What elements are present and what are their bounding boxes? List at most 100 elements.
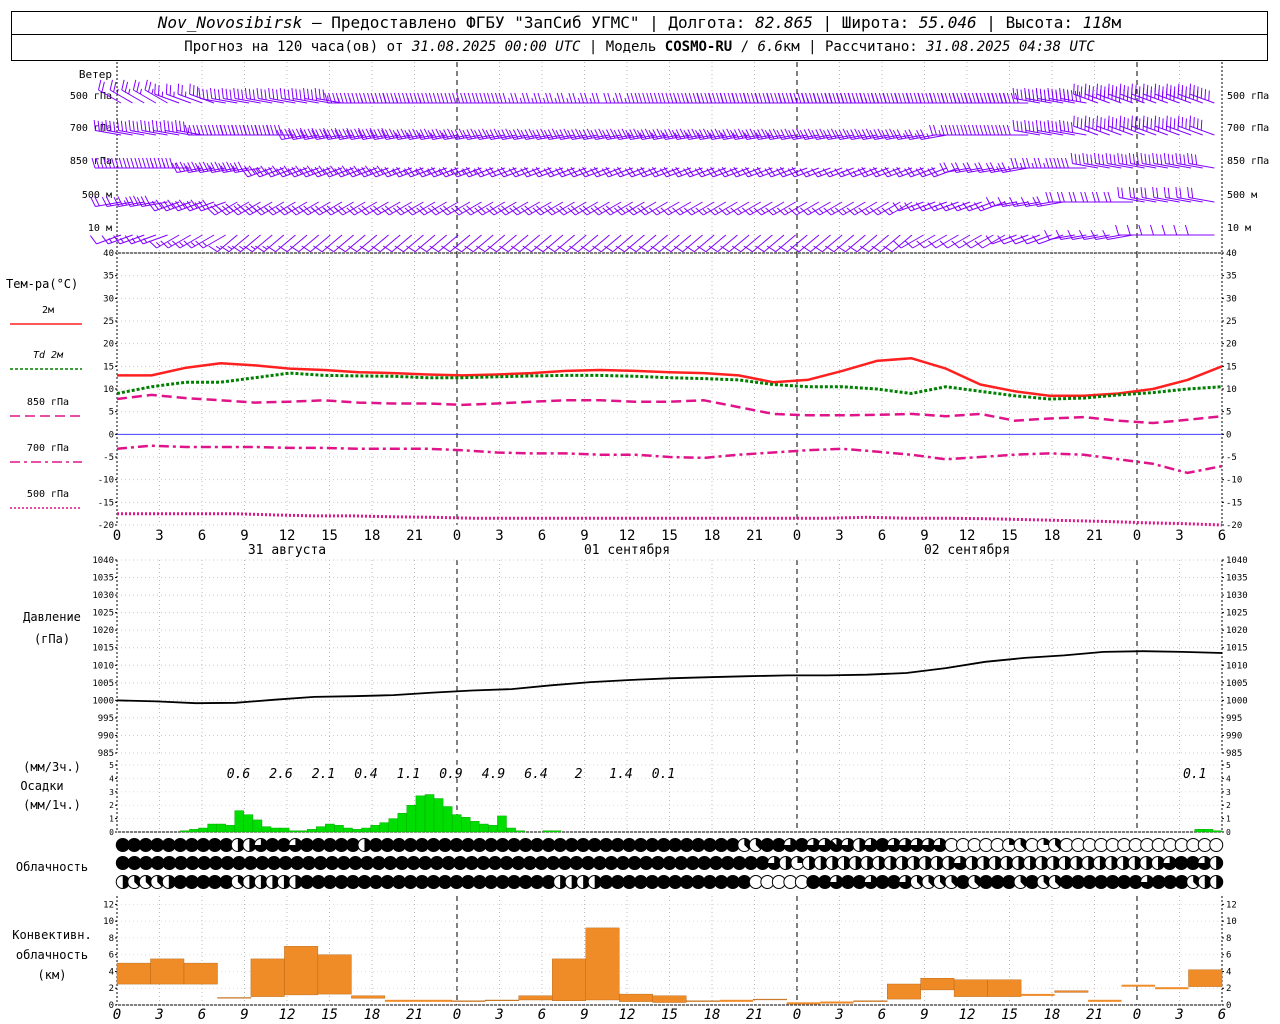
cloud-cover-symbol bbox=[883, 856, 898, 870]
cloud-cover-symbol bbox=[429, 856, 444, 870]
prec-ytick-left: 0 bbox=[109, 828, 114, 837]
conv-xtick-label: 12 bbox=[959, 1007, 976, 1023]
conv-xtick-label: 21 bbox=[406, 1007, 423, 1023]
cloud-cover-symbol bbox=[755, 856, 770, 870]
temp-xtick-label: 0 bbox=[113, 528, 121, 544]
precip-bar bbox=[470, 821, 480, 833]
cloud-cover-symbol bbox=[813, 856, 828, 870]
cloud-cover-symbol bbox=[1069, 856, 1084, 870]
cloud-cover-symbol bbox=[115, 856, 130, 870]
temp-ytick-left: -5 bbox=[103, 453, 114, 463]
temp-xtick-label: 12 bbox=[619, 528, 636, 544]
precip-sum-label: 2.6 bbox=[269, 767, 293, 782]
pres-ytick-left: 1035 bbox=[92, 574, 114, 584]
temp-legend-label: 2м bbox=[42, 305, 54, 316]
temp-xtick-label: 12 bbox=[959, 528, 976, 544]
temp-series-line bbox=[117, 512, 1223, 527]
pres-ytick-left: 1025 bbox=[92, 609, 114, 619]
precip-bar bbox=[189, 829, 199, 833]
cloud-cover-symbol bbox=[546, 856, 561, 870]
cloud-cover-symbol bbox=[836, 856, 851, 870]
conv-xtick-label: 0 bbox=[1133, 1007, 1141, 1023]
conv-xtick-label: 0 bbox=[113, 1007, 121, 1023]
wind-barb bbox=[194, 199, 226, 212]
cloud-cover-symbol bbox=[697, 856, 712, 870]
conv-xtick-label: 18 bbox=[364, 1007, 381, 1023]
wind-level-label-right: 700 гПа bbox=[1227, 123, 1269, 134]
conv-xtick-label: 0 bbox=[793, 1007, 801, 1023]
prec-ytick-right: 1 bbox=[1226, 815, 1231, 824]
convective-bar bbox=[820, 1001, 854, 1004]
cloud-cover-symbol bbox=[1209, 838, 1224, 852]
precip-sum-label: 0.4 bbox=[354, 767, 377, 782]
cloud-cover-symbol bbox=[162, 856, 177, 870]
temp-xtick-label: 18 bbox=[1044, 528, 1061, 544]
cloud-cover-symbol bbox=[511, 856, 526, 870]
temp-ytick-right: 40 bbox=[1226, 249, 1237, 259]
prec-ytick-right: 5 bbox=[1226, 761, 1231, 770]
precip-bar bbox=[442, 806, 453, 833]
pres-ytick-right: 1040 bbox=[1226, 556, 1248, 566]
precip-bar bbox=[198, 827, 208, 833]
prec-ytick-left: 2 bbox=[109, 801, 114, 810]
precip-bar bbox=[307, 829, 317, 833]
temp-xtick-label: 3 bbox=[155, 528, 163, 544]
prec-ytick-left: 3 bbox=[109, 788, 114, 797]
precip-bar bbox=[243, 814, 254, 833]
cloud-cover-symbol bbox=[720, 856, 735, 870]
cloud-cover-symbol bbox=[964, 856, 979, 870]
wind-barb bbox=[1012, 120, 1040, 136]
pressure-line bbox=[116, 650, 1223, 705]
cloud-cover-symbol bbox=[615, 856, 630, 870]
cloud-cover-symbol bbox=[197, 856, 212, 870]
temp-xtick-label: 0 bbox=[453, 528, 461, 544]
wind-level-label-left: 10 м bbox=[88, 223, 112, 234]
cloud-cover-symbol bbox=[139, 856, 154, 870]
cloud-cover-symbol bbox=[871, 856, 886, 870]
pres-ytick-left: 990 bbox=[98, 731, 114, 741]
temp-xtick-label: 3 bbox=[495, 528, 503, 544]
convective-bar bbox=[619, 993, 653, 1002]
wind-barb bbox=[198, 88, 226, 104]
pres-ytick-left: 985 bbox=[98, 749, 114, 759]
precip-bar bbox=[207, 823, 217, 833]
temp-ytick-right: -5 bbox=[1226, 453, 1237, 463]
temp-xtick-label: 12 bbox=[279, 528, 296, 544]
temp-ytick-left: 0 bbox=[109, 430, 114, 440]
pres-ytick-right: 1005 bbox=[1226, 679, 1248, 689]
precip-bar bbox=[216, 823, 226, 833]
pres-ytick-left: 1030 bbox=[92, 591, 114, 601]
cloud-cover-symbol bbox=[360, 856, 375, 870]
convective-bar bbox=[1021, 993, 1055, 996]
cloud-cover-symbol bbox=[650, 856, 665, 870]
temp-ytick-right: -10 bbox=[1226, 476, 1242, 486]
convective-bar bbox=[887, 983, 921, 1000]
temp-series-line bbox=[116, 393, 1223, 425]
cloud-cover-symbol bbox=[1185, 856, 1200, 870]
cloud-cover-symbol bbox=[1197, 856, 1212, 870]
cloud-cover-symbol bbox=[674, 856, 689, 870]
pres-ytick-right: 1010 bbox=[1226, 661, 1248, 671]
conv-title-line2: облачность bbox=[16, 948, 88, 962]
wind-barb bbox=[1117, 187, 1145, 203]
temp-ytick-left: 5 bbox=[109, 408, 114, 418]
precip-bar bbox=[551, 830, 562, 833]
cloud-cover-symbol bbox=[534, 856, 549, 870]
pres-ytick-right: 1020 bbox=[1226, 626, 1248, 636]
conv-xtick-label: 9 bbox=[580, 1007, 588, 1023]
cloud-cover-symbol bbox=[1174, 856, 1189, 870]
temp-xtick-label: 0 bbox=[793, 528, 801, 544]
precip-bar bbox=[397, 813, 408, 833]
convective-bar bbox=[987, 979, 1022, 997]
cloud-cover-symbol bbox=[825, 856, 840, 870]
temp-legend-label: 500 гПа bbox=[27, 489, 69, 500]
precip-bar bbox=[316, 826, 326, 833]
precip-bar bbox=[234, 810, 244, 833]
convective-bar bbox=[753, 998, 787, 1001]
pres-ytick-left: 1010 bbox=[92, 661, 114, 671]
cloud-cover-symbol bbox=[464, 856, 479, 870]
cloud-cover-symbol bbox=[895, 856, 910, 870]
cloud-cover-symbol bbox=[569, 856, 584, 870]
temp-ytick-left: -15 bbox=[98, 498, 114, 508]
cloud-cover-symbol bbox=[476, 856, 491, 870]
